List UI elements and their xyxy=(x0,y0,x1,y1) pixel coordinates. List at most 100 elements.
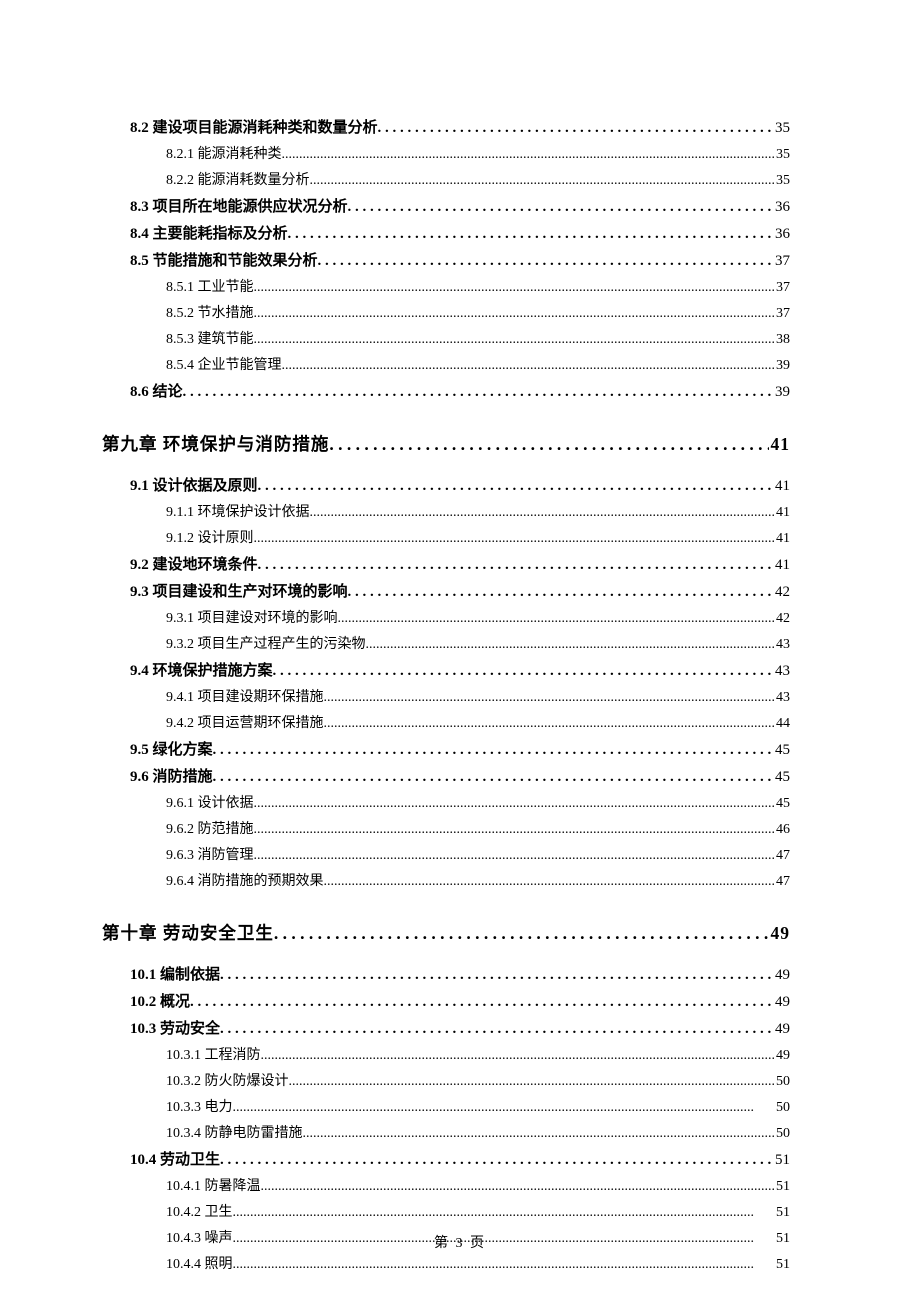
toc-entry: 9.6.3 消防管理 47 xyxy=(166,844,790,864)
toc-entry: 10.3.1 工程消防 49 xyxy=(166,1044,790,1064)
toc-leader-dots xyxy=(254,531,775,547)
toc-entry: 10.3.3 电力 50 xyxy=(166,1096,790,1116)
toc-entry-label: 9.3.1 项目建设对环境的影响 xyxy=(166,607,338,627)
toc-entry-label: 9.1.1 环境保护设计依据 xyxy=(166,501,310,521)
toc-entry-label: 9.6.2 防范措施 xyxy=(166,818,254,838)
toc-entry-page: 37 xyxy=(774,306,790,322)
toc-leader-dots xyxy=(254,332,775,348)
table-of-contents: 8.2 建设项目能源消耗种类和数量分析358.2.1 能源消耗种类358.2.2… xyxy=(130,116,790,1273)
toc-entry: 8.2 建设项目能源消耗种类和数量分析35 xyxy=(130,116,790,137)
toc-entry: 10.4.2 卫生51 xyxy=(166,1201,790,1221)
toc-entry-label: 10.3.2 防火防爆设计 xyxy=(166,1070,289,1090)
toc-entry-page: 45 xyxy=(773,742,790,759)
toc-leader-dots xyxy=(274,923,769,944)
toc-entry-label: 10.3.1 工程消防 xyxy=(166,1044,261,1064)
page-footer: 第 3 页 xyxy=(0,1232,920,1252)
toc-entry: 9.3.2 项目生产过程产生的污染物43 xyxy=(166,633,790,653)
toc-entry: 第九章 环境保护与消防措施41 xyxy=(102,431,790,456)
toc-entry: 10.2 概况 49 xyxy=(130,990,790,1011)
toc-entry-label: 9.5 绿化方案 xyxy=(130,738,213,759)
toc-entry: 10.4.1 防暑降温51 xyxy=(166,1175,790,1195)
toc-leader-dots xyxy=(254,280,775,296)
toc-entry: 10.3 劳动安全49 xyxy=(130,1017,790,1038)
toc-entry: 9.2 建设地环境条件 41 xyxy=(130,553,790,574)
toc-leader-dots xyxy=(261,1179,775,1195)
toc-entry-page: 49 xyxy=(774,1048,790,1064)
toc-entry: 10.4 劳动卫生51 xyxy=(130,1148,790,1169)
toc-entry: 8.6 结论39 xyxy=(130,380,790,401)
toc-leader-dots xyxy=(254,796,775,812)
toc-leader-dots xyxy=(348,199,773,216)
toc-entry: 8.2.1 能源消耗种类35 xyxy=(166,143,790,163)
toc-entry-label: 8.5.4 企业节能管理 xyxy=(166,354,282,374)
toc-entry-page: 41 xyxy=(773,557,790,574)
toc-entry-label: 8.5.1 工业节能 xyxy=(166,276,254,296)
toc-entry-page: 45 xyxy=(773,769,790,786)
toc-leader-dots xyxy=(329,434,768,455)
toc-entry-page: 47 xyxy=(774,848,790,864)
toc-entry: 10.3.4 防静电防雷措施50 xyxy=(166,1122,790,1142)
toc-entry-page: 38 xyxy=(774,332,790,348)
toc-entry-page: 41 xyxy=(773,478,790,495)
toc-leader-dots xyxy=(348,584,773,601)
toc-entry-page: 43 xyxy=(773,663,790,680)
toc-entry-label: 9.2 建设地环境条件 xyxy=(130,553,258,574)
toc-entry-label: 8.3 项目所在地能源供应状况分析 xyxy=(130,195,348,216)
toc-entry-page: 51 xyxy=(773,1152,790,1169)
toc-entry: 9.1.1 环境保护设计依据41 xyxy=(166,501,790,521)
toc-entry-page: 49 xyxy=(773,994,790,1011)
toc-entry: 8.5.3 建筑节能38 xyxy=(166,328,790,348)
toc-entry-page: 50 xyxy=(774,1126,790,1142)
toc-entry: 9.6.1 设计依据45 xyxy=(166,792,790,812)
toc-entry-label: 第九章 环境保护与消防措施 xyxy=(102,431,329,456)
toc-entry-label: 9.4.1 项目建设期环保措施 xyxy=(166,686,324,706)
toc-entry-label: 10.2 概况 xyxy=(130,990,190,1011)
toc-leader-dots xyxy=(183,384,773,401)
toc-entry-label: 10.4.2 卫生 xyxy=(166,1201,233,1221)
toc-entry: 9.6.4 消防措施的预期效果47 xyxy=(166,870,790,890)
toc-leader-dots xyxy=(282,147,775,163)
toc-entry-page: 35 xyxy=(774,173,790,189)
toc-leader-dots xyxy=(213,742,773,759)
toc-leader-dots xyxy=(289,1074,775,1090)
toc-entry-label: 8.5.2 节水措施 xyxy=(166,302,254,322)
toc-entry-page: 39 xyxy=(773,384,790,401)
toc-leader-dots xyxy=(233,1205,775,1221)
toc-entry-page: 46 xyxy=(774,822,790,838)
toc-entry: 10.4.4 照明51 xyxy=(166,1253,790,1273)
toc-entry: 9.3.1 项目建设对环境的影响 42 xyxy=(166,607,790,627)
toc-entry-label: 9.6.3 消防管理 xyxy=(166,844,254,864)
toc-leader-dots xyxy=(273,663,773,680)
toc-entry-page: 35 xyxy=(773,120,790,137)
toc-entry-page: 44 xyxy=(774,716,790,732)
toc-entry: 8.5 节能措施和节能效果分析37 xyxy=(130,249,790,270)
toc-entry-label: 9.3 项目建设和生产对环境的影响 xyxy=(130,580,348,601)
toc-entry-label: 10.3.3 电力 xyxy=(166,1096,233,1116)
toc-entry-page: 47 xyxy=(774,874,790,890)
toc-entry-label: 8.5 节能措施和节能效果分析 xyxy=(130,249,318,270)
toc-entry-page: 50 xyxy=(774,1100,790,1116)
toc-entry-page: 43 xyxy=(774,637,790,653)
toc-leader-dots xyxy=(220,1021,773,1038)
toc-entry-page: 42 xyxy=(774,611,790,627)
toc-entry: 8.5.2 节水措施 37 xyxy=(166,302,790,322)
toc-entry-label: 10.3 劳动安全 xyxy=(130,1017,220,1038)
toc-leader-dots xyxy=(310,505,775,521)
toc-entry: 9.5 绿化方案 45 xyxy=(130,738,790,759)
toc-entry-label: 8.2.1 能源消耗种类 xyxy=(166,143,282,163)
toc-leader-dots xyxy=(324,874,775,890)
toc-entry: 8.5.1 工业节能 37 xyxy=(166,276,790,296)
toc-leader-dots xyxy=(254,822,775,838)
toc-entry-page: 41 xyxy=(774,531,790,547)
toc-entry: 8.4 主要能耗指标及分析36 xyxy=(130,222,790,243)
toc-leader-dots xyxy=(190,994,773,1011)
toc-entry: 9.1 设计依据及原则 41 xyxy=(130,474,790,495)
toc-entry-label: 9.1 设计依据及原则 xyxy=(130,474,258,495)
toc-leader-dots xyxy=(303,1126,775,1142)
toc-leader-dots xyxy=(282,358,775,374)
toc-entry-page: 49 xyxy=(769,923,791,944)
toc-entry-page: 37 xyxy=(774,280,790,296)
toc-leader-dots xyxy=(310,173,775,189)
toc-leader-dots xyxy=(378,120,773,137)
toc-entry: 8.5.4 企业节能管理39 xyxy=(166,354,790,374)
